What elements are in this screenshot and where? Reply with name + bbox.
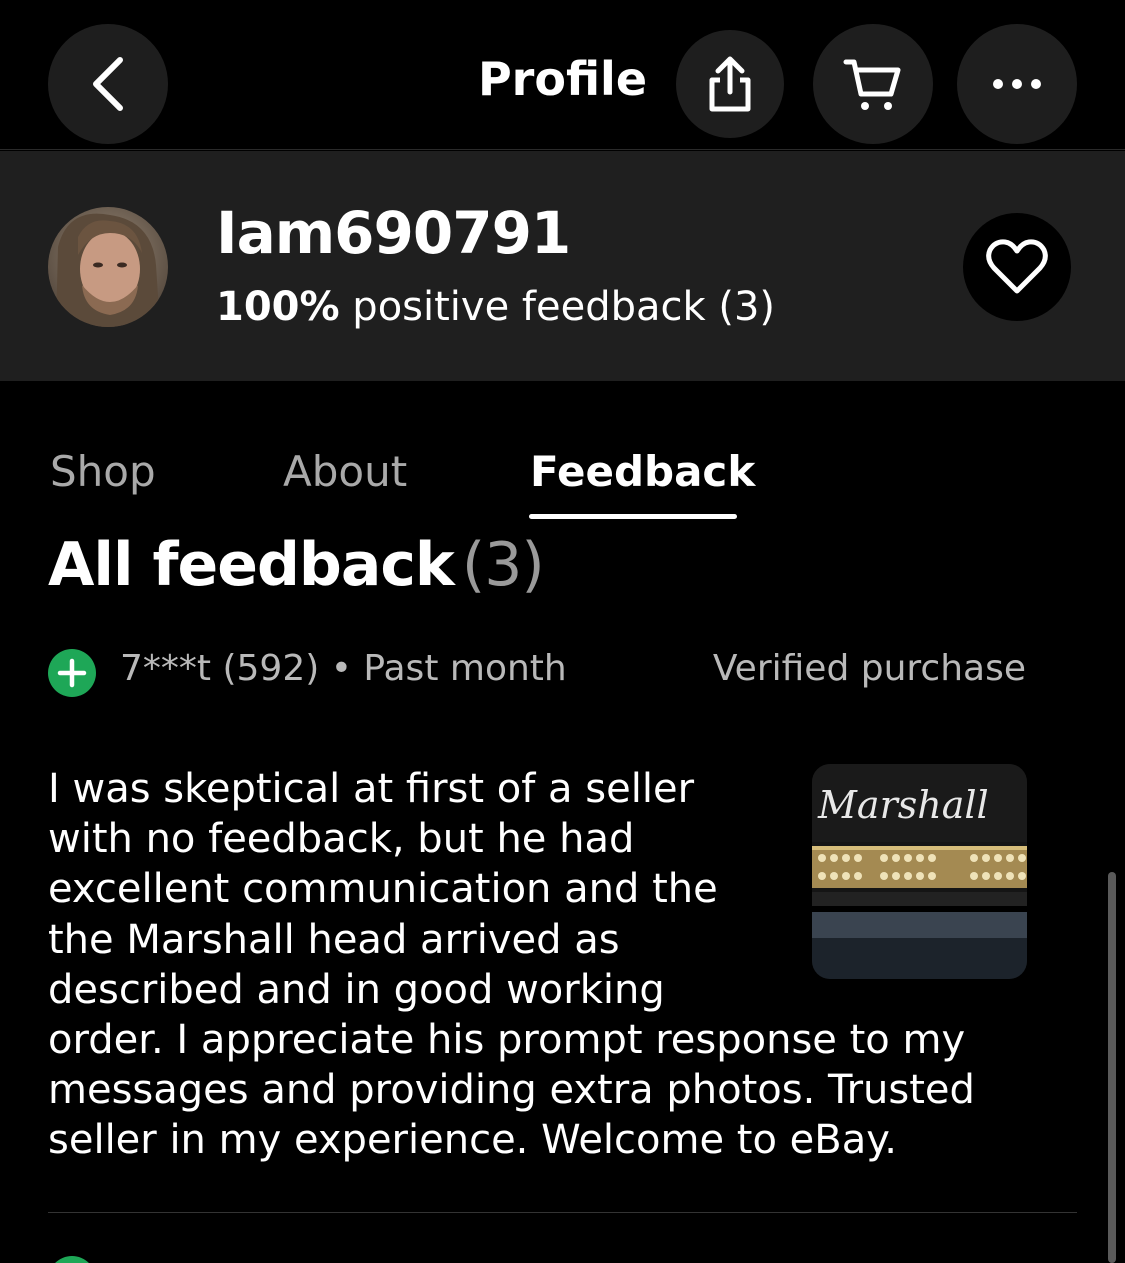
- share-icon: [709, 56, 751, 112]
- avatar[interactable]: [48, 207, 168, 327]
- heart-icon: [986, 239, 1048, 294]
- back-button[interactable]: [48, 24, 168, 144]
- tab-about[interactable]: About: [283, 447, 407, 496]
- verified-purchase-badge: Verified purchase: [712, 648, 1026, 689]
- feedback-count: (3): [461, 530, 545, 600]
- item-thumbnail[interactable]: Marshall: [812, 764, 1027, 979]
- scrollbar[interactable]: [1108, 872, 1116, 1263]
- follow-button[interactable]: [963, 213, 1071, 321]
- seller-feedback-summary[interactable]: 100% positive feedback (3): [216, 284, 775, 330]
- seller-username: Iam690791: [216, 199, 571, 267]
- feedback-user[interactable]: 7***t (592): [120, 648, 319, 689]
- all-feedback-heading: All feedback: [48, 530, 455, 600]
- thumbnail-brand-text: Marshall: [817, 783, 989, 827]
- feedback-divider: [48, 1212, 1077, 1213]
- meta-separator: •: [330, 648, 352, 689]
- next-feedback-rating-icon: [48, 1256, 96, 1263]
- top-bar: Profile: [0, 0, 1125, 150]
- active-tab-indicator: [529, 514, 737, 519]
- page-title: Profile: [477, 52, 648, 106]
- feedback-meta: 7***t (592) • Past month: [120, 648, 567, 689]
- seller-profile-card: Iam690791 100% positive feedback (3): [0, 151, 1125, 381]
- share-button[interactable]: [676, 30, 784, 138]
- cart-button[interactable]: [813, 24, 933, 144]
- more-options-button[interactable]: [957, 24, 1077, 144]
- feedback-time: Past month: [363, 648, 567, 689]
- feedback-text: Marshall I was skeptical at first of a s…: [48, 764, 1048, 1166]
- positive-percent: 100%: [216, 284, 340, 330]
- tab-shop[interactable]: Shop: [50, 447, 156, 496]
- tab-feedback[interactable]: Feedback: [530, 447, 755, 496]
- positive-rating-icon: [48, 649, 96, 697]
- cart-icon: [843, 59, 901, 110]
- section-title: All feedback (3): [48, 530, 545, 600]
- positive-feedback-label: positive feedback (3): [352, 284, 776, 330]
- ellipsis-icon: [993, 79, 1041, 89]
- chevron-left-icon: [93, 57, 123, 111]
- plus-icon: [57, 658, 87, 688]
